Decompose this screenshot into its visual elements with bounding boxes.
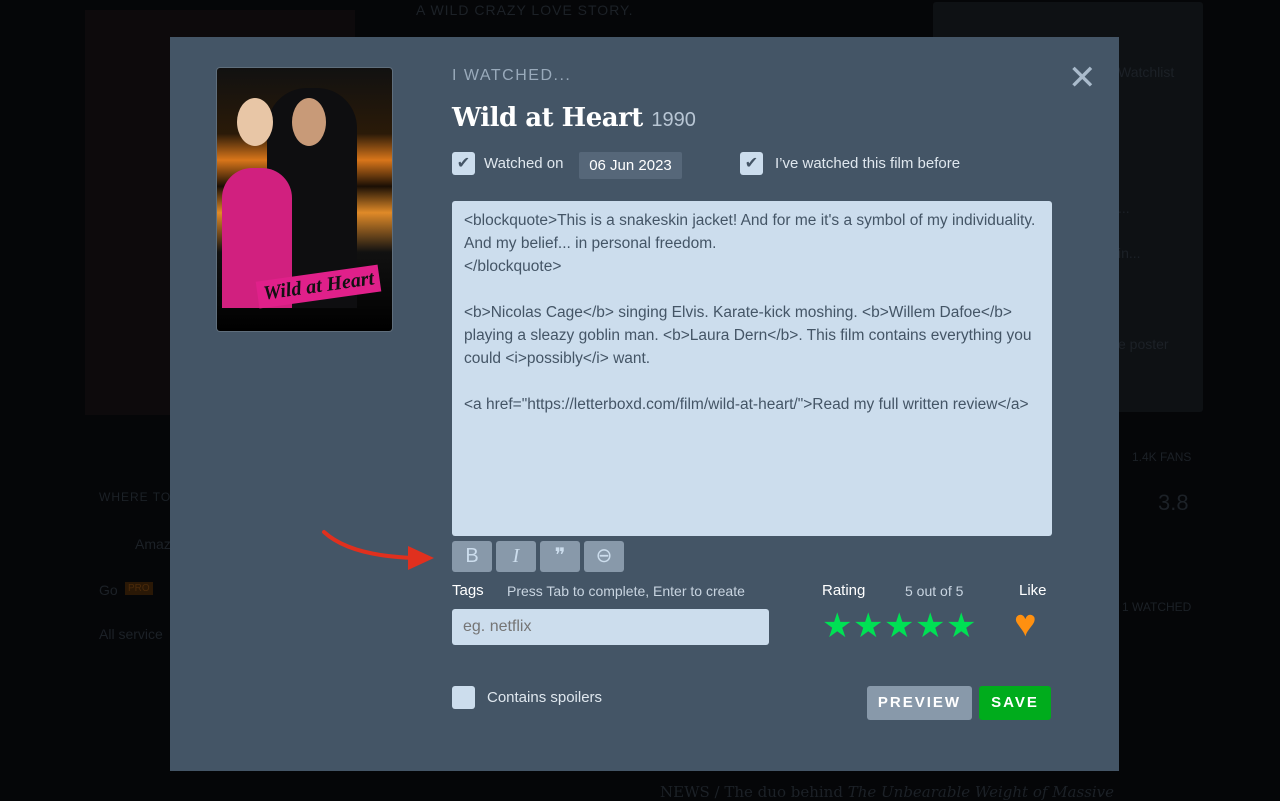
bg-item: e poster (1118, 336, 1169, 352)
link-icon: ⊖ (595, 545, 613, 567)
save-button[interactable]: SAVE (979, 686, 1051, 720)
tags-label: Tags (452, 582, 484, 599)
bg-service: Amaz (135, 536, 171, 552)
tags-hint: Press Tab to complete, Enter to create (507, 583, 745, 599)
annotation-arrow-icon (322, 530, 434, 570)
quote-button[interactable]: ❞ (540, 541, 580, 572)
bg-news-text: The duo behind (724, 783, 848, 801)
quote-icon: ❞ (554, 545, 566, 567)
review-textarea[interactable]: <blockquote>This is a snakeskin jacket! … (452, 201, 1052, 536)
poster-face (237, 98, 273, 146)
star-icon[interactable]: ★ (853, 609, 883, 643)
film-poster: Wild at Heart (217, 68, 392, 331)
star-icon[interactable]: ★ (822, 609, 852, 643)
bg-all-services: All service (99, 626, 163, 642)
poster-face (292, 98, 326, 146)
rewatch-label: I’ve watched this film before (775, 155, 961, 172)
bg-fans: 1.4K FANS (1132, 450, 1192, 464)
spoilers-label: Contains spoilers (487, 689, 603, 706)
log-film-modal: Wild at Heart I WATCHED... ✕ Wild at Hea… (170, 37, 1119, 771)
bold-button[interactable]: B (452, 541, 492, 572)
bg-pro-badge: PRO (125, 582, 153, 595)
rewatch-checkbox[interactable]: ✔ (740, 152, 763, 175)
bg-tagline: A WILD CRAZY LOVE STORY. (416, 2, 634, 18)
bg-item: ... (1118, 200, 1130, 216)
bold-icon: B (465, 545, 479, 567)
watched-on-checkbox[interactable]: ✔ (452, 152, 475, 175)
close-icon[interactable]: ✕ (1068, 61, 1097, 95)
preview-button[interactable]: PREVIEW (867, 686, 972, 720)
link-button[interactable]: ⊖ (584, 541, 624, 572)
bg-watched: 1 WATCHED (1122, 600, 1192, 614)
watched-on-label: Watched on (484, 155, 564, 172)
bg-news: NEWS / The duo behind The Unbearable Wei… (660, 783, 1114, 801)
star-icon[interactable]: ★ (946, 609, 976, 643)
film-year: 1990 (651, 109, 696, 131)
bg-average-rating: 3.8 (1158, 490, 1189, 515)
heart-icon[interactable]: ♥ (1014, 605, 1037, 643)
modal-heading: I WATCHED... (452, 67, 572, 84)
bg-news-title: The Unbearable Weight of Massive (847, 783, 1115, 801)
watched-date-field[interactable]: 06 Jun 2023 (579, 152, 682, 179)
bg-item: in... (1118, 245, 1141, 261)
rating-label: Rating (822, 582, 866, 599)
italic-icon: I (512, 545, 520, 567)
bg-news-label: NEWS / (660, 783, 720, 801)
bg-watchlist: Watchlist (1118, 64, 1175, 80)
bg-go-pro: Go (99, 582, 118, 598)
bg-where-to-watch: WHERE TO (99, 490, 172, 504)
rating-text: 5 out of 5 (905, 583, 964, 599)
film-title: Wild at Heart 1990 (452, 103, 696, 133)
like-label: Like (1019, 582, 1047, 599)
film-title-text: Wild at Heart (452, 103, 643, 133)
tags-input[interactable] (452, 609, 769, 645)
spoilers-checkbox[interactable] (452, 686, 475, 709)
star-icon[interactable]: ★ (915, 609, 945, 643)
italic-button[interactable]: I (496, 541, 536, 572)
star-icon[interactable]: ★ (884, 609, 914, 643)
